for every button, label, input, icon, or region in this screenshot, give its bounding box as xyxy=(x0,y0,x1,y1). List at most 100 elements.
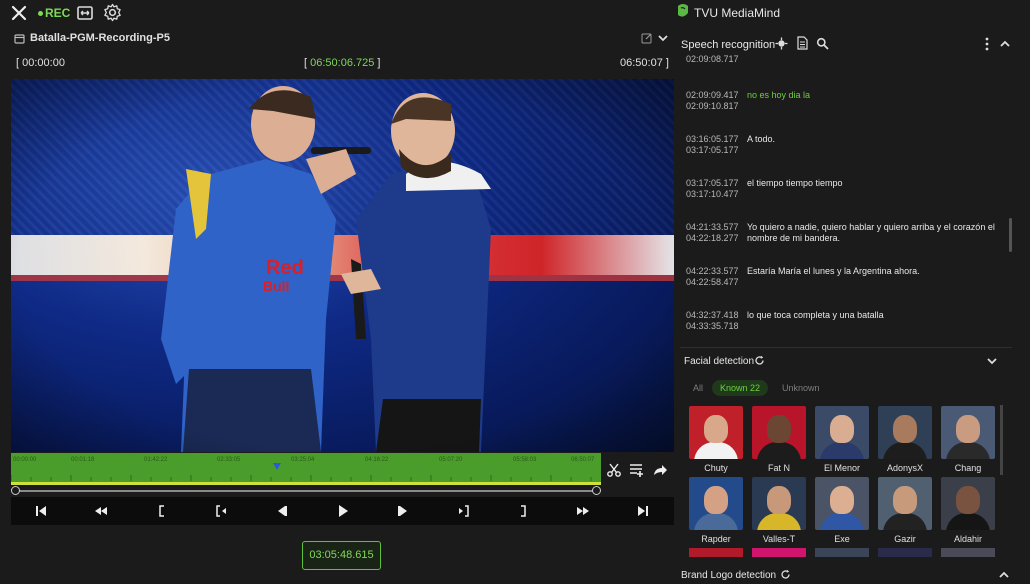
tick-label: 06:50:07 xyxy=(571,457,595,463)
face-shoulders xyxy=(694,513,738,530)
face-thumbnail xyxy=(815,477,869,530)
chevron-down-icon[interactable] xyxy=(656,31,670,45)
mark-out-icon[interactable] xyxy=(515,503,531,519)
face-head xyxy=(893,415,917,443)
face-card[interactable]: Aldahir xyxy=(941,477,995,547)
transcript-text: el tiempo tiempo tiempo xyxy=(747,178,843,188)
face-card[interactable]: Chuty xyxy=(689,406,743,476)
filter-known[interactable]: Known 22 xyxy=(712,380,769,396)
face-head xyxy=(704,415,728,443)
rec-dot-icon xyxy=(38,11,43,17)
go-to-in-icon[interactable] xyxy=(214,503,230,519)
face-card[interactable]: Fat N xyxy=(752,406,806,476)
face-thumb-partial xyxy=(815,548,869,557)
document-icon[interactable] xyxy=(796,36,809,50)
clip-title: Batalla-PGM-Recording-P5 xyxy=(30,32,170,44)
face-card[interactable]: Chang xyxy=(941,406,995,476)
face-card[interactable]: AdonysX xyxy=(878,406,932,476)
play-icon[interactable] xyxy=(335,503,351,519)
filter-unknown[interactable]: Unknown xyxy=(782,383,820,393)
brand-title: TVU MediaMind xyxy=(694,6,781,20)
chevron-up-icon[interactable] xyxy=(997,568,1011,582)
calendar-icon xyxy=(14,33,25,44)
face-thumbnail xyxy=(689,406,743,459)
share-icon[interactable] xyxy=(652,462,668,478)
transcript-times: 03:17:05.177 03:17:10.477 xyxy=(686,178,739,199)
tick-label: 05:58:03 xyxy=(513,457,537,463)
transcript-text: lo que toca completa y una batalla xyxy=(747,310,884,320)
transcript-times: 04:32:37.418 04:33:35.718 xyxy=(686,310,739,331)
face-card[interactable]: Valles-T xyxy=(752,477,806,547)
face-name: Fat N xyxy=(767,463,790,473)
face-thumbnail xyxy=(752,406,806,459)
faces-scrollbar[interactable] xyxy=(1000,405,1003,475)
target-icon[interactable] xyxy=(775,37,788,50)
face-thumbnail xyxy=(941,406,995,459)
timeline-track[interactable]: 00:00:00 00:01:18 01:42:22 02:33:05 03:2… xyxy=(11,453,601,485)
refresh-icon[interactable] xyxy=(754,355,765,366)
brand-logo-title: Brand Logo detection xyxy=(681,570,777,581)
search-icon[interactable] xyxy=(816,37,829,50)
list-add-icon[interactable] xyxy=(629,462,645,478)
face-thumbnail xyxy=(941,477,995,530)
face-thumbnail xyxy=(815,406,869,459)
face-head xyxy=(893,486,917,514)
gear-icon[interactable] xyxy=(103,3,122,22)
face-name: Chang xyxy=(954,463,982,473)
chevron-down-icon[interactable] xyxy=(985,354,999,368)
transcript-times: 02:09:09.417 02:09:10.817 xyxy=(686,90,739,111)
rec-indicator: REC xyxy=(38,6,70,20)
face-card[interactable]: Rapder xyxy=(689,477,743,547)
skip-to-end-icon[interactable] xyxy=(635,503,651,519)
transcript-times: 03:16:05.177 03:17:05.177 xyxy=(686,134,739,155)
edit-icon[interactable] xyxy=(641,32,653,44)
more-options-icon[interactable] xyxy=(982,37,992,51)
face-thumb-partial xyxy=(689,548,743,557)
tick-label: 03:25:04 xyxy=(291,457,315,463)
timeline-baseline xyxy=(11,482,601,485)
skip-to-start-icon[interactable] xyxy=(33,503,49,519)
transcript-text: Estaría María el lunes y la Argentina ah… xyxy=(747,266,920,276)
face-name: Aldahir xyxy=(953,534,982,544)
facial-detection-title: Facial detection xyxy=(684,356,755,367)
face-head xyxy=(956,486,980,514)
face-thumbnail xyxy=(689,477,743,530)
video-player[interactable]: Red Bull xyxy=(11,79,674,452)
scrub-track xyxy=(15,490,597,492)
fast-forward-icon[interactable] xyxy=(575,503,591,519)
rewind-icon[interactable] xyxy=(93,503,109,519)
face-head xyxy=(767,415,791,443)
face-thumb-partial xyxy=(941,548,995,557)
step-back-icon[interactable] xyxy=(274,503,290,519)
go-to-out-icon[interactable] xyxy=(455,503,471,519)
scrub-bar[interactable] xyxy=(11,486,601,496)
face-head xyxy=(830,486,854,514)
scissors-icon[interactable] xyxy=(606,462,622,478)
close-icon[interactable] xyxy=(10,4,28,22)
transcript-scrollbar[interactable] xyxy=(1009,218,1012,252)
face-shoulders xyxy=(946,442,990,459)
face-card[interactable]: Exe xyxy=(815,477,869,547)
playback-timecode[interactable]: 03:05:48.615 xyxy=(302,541,381,570)
face-thumbnail xyxy=(878,406,932,459)
face-thumb-partial xyxy=(878,548,932,557)
section-divider xyxy=(680,347,1012,348)
filter-all[interactable]: All xyxy=(693,383,703,393)
mark-in-icon[interactable] xyxy=(154,503,170,519)
face-head xyxy=(767,486,791,514)
transcript-text: Yo quiero a nadie, quiero hablar y quier… xyxy=(747,222,995,243)
face-card[interactable]: El Menor xyxy=(815,406,869,476)
playhead-marker[interactable] xyxy=(272,462,282,472)
face-shoulders xyxy=(757,513,801,530)
chevron-up-icon[interactable] xyxy=(998,37,1012,51)
refresh-icon[interactable] xyxy=(780,569,791,580)
in-point-handle[interactable] xyxy=(11,486,20,495)
face-shoulders xyxy=(820,513,864,530)
transcript-text: A todo. xyxy=(747,134,776,144)
layout-swap-icon[interactable] xyxy=(76,4,94,22)
face-card[interactable]: Gazir xyxy=(878,477,932,547)
step-forward-icon[interactable] xyxy=(395,503,411,519)
out-point-handle[interactable] xyxy=(592,486,601,495)
transcript-text: no es hoy dia la xyxy=(747,90,811,100)
timecode-end: 06:50:07 ] xyxy=(620,57,669,69)
